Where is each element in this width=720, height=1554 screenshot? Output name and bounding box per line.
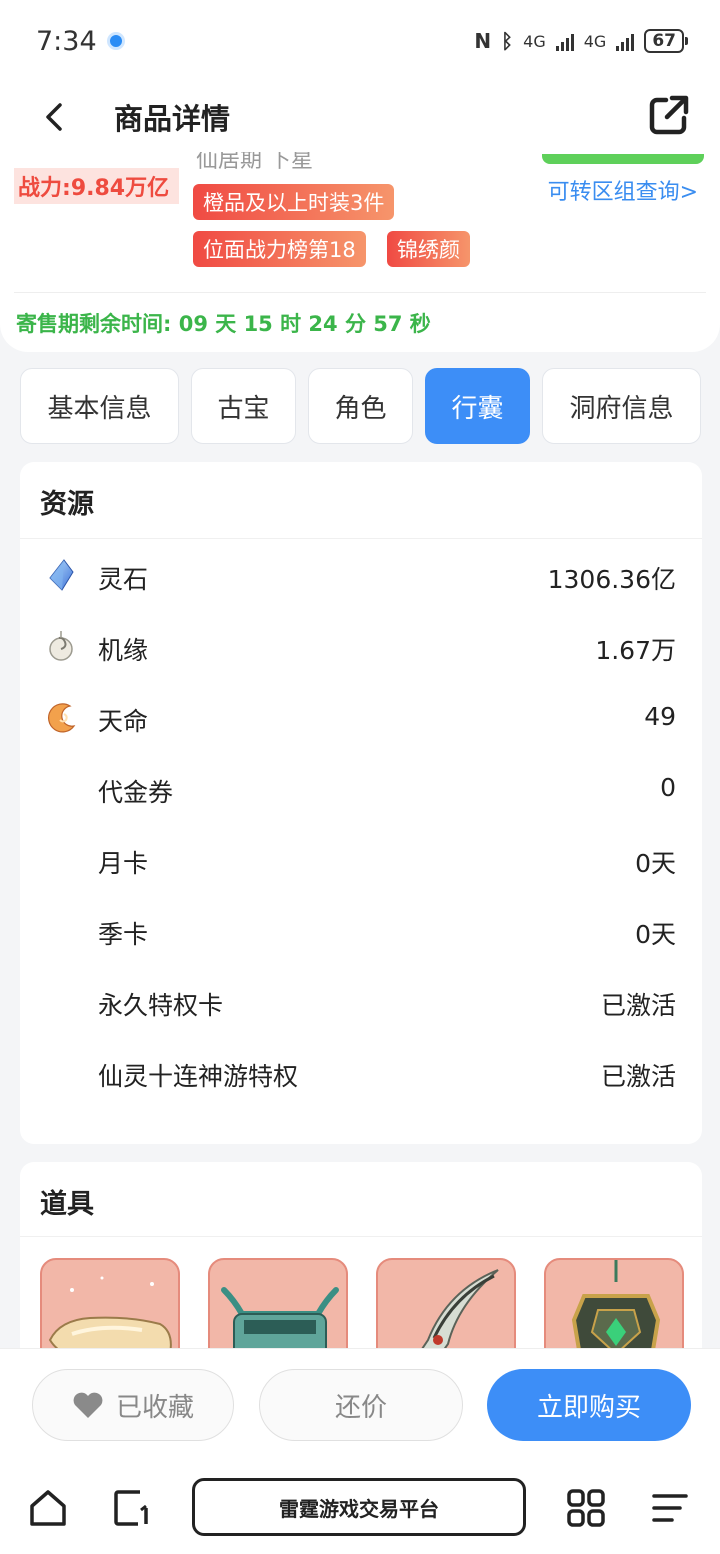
power-value: 9.84万亿 — [70, 176, 170, 201]
sale-countdown: 寄售期剩余时间: 09 天 15 时 24 分 57 秒 — [16, 308, 431, 338]
signal-icon — [555, 31, 574, 51]
tag-appearance: 锦绣颜 — [387, 231, 470, 267]
countdown-label: 寄售期剩余时间: — [16, 312, 179, 336]
resource-label: 灵石 — [98, 565, 149, 594]
page-title: 商品详情 — [114, 102, 231, 136]
resource-value: 0天 — [635, 849, 676, 878]
resource-value: 已激活 — [600, 1062, 676, 1091]
countdown-value: 09 天 15 时 24 分 57 秒 — [178, 312, 431, 336]
resource-value: 1.67万 — [595, 636, 676, 665]
resource-label: 天命 — [98, 707, 149, 736]
bluetooth-icon: ᛒ — [501, 29, 514, 53]
status-bar: 7:34 N ᛒ 4G 4G 67 — [0, 0, 720, 82]
resource-label: 仙灵十连神游特权 — [98, 1062, 299, 1091]
divider — [14, 292, 706, 293]
transfer-query-link[interactable]: 可转区组查询> — [548, 174, 698, 206]
back-icon[interactable] — [40, 102, 70, 132]
crystal-icon — [49, 559, 74, 591]
share-icon[interactable] — [648, 94, 690, 136]
network-label-1: 4G — [523, 31, 546, 51]
tabs-icon[interactable] — [112, 1488, 152, 1528]
bargain-button[interactable]: 还价 — [259, 1369, 463, 1441]
resource-value: 0天 — [635, 920, 676, 949]
tab-treasure[interactable]: 古宝 — [191, 368, 296, 444]
favorite-label: 已收藏 — [115, 1392, 194, 1423]
power-badge: 战力: 9.84万亿 — [14, 168, 180, 204]
jade-pendant-icon — [49, 631, 73, 661]
resources-card: 资源 灵石 1306.36亿 机缘 1.67万 天命 49 代金券 0 月卡 0… — [20, 462, 702, 1144]
items-title: 道具 — [40, 1189, 94, 1220]
divider — [20, 538, 702, 539]
resource-row: 仙灵十连神游特权 已激活 — [20, 1043, 702, 1103]
home-icon[interactable] — [28, 1488, 68, 1528]
battery-icon: 67 — [644, 29, 688, 53]
tag-ranking: 位面战力榜第18 — [193, 231, 366, 267]
apps-grid-icon[interactable] — [566, 1488, 606, 1528]
resource-value: 1306.36亿 — [547, 565, 676, 594]
crescent-icon — [48, 703, 76, 733]
favorite-button[interactable]: 已收藏 — [32, 1369, 234, 1441]
tab-bar: 基本信息 古宝 角色 行囊 洞府信息 — [0, 368, 720, 446]
buy-now-button[interactable]: 立即购买 — [487, 1369, 691, 1441]
resource-row: 月卡 0天 — [20, 830, 702, 890]
status-icons: N ᛒ 4G 4G 67 — [474, 29, 688, 53]
resource-value: 49 — [644, 702, 676, 731]
tag-fashion: 橙品及以上时装3件 — [193, 184, 395, 220]
network-label-2: 4G — [583, 31, 607, 51]
resource-row: 代金券 0 — [20, 759, 702, 819]
purchase-action-bar: 已收藏 还价 立即购买 — [0, 1348, 720, 1460]
tab-basic-info[interactable]: 基本信息 — [20, 368, 179, 444]
address-bar[interactable]: 雷霆游戏交易平台 — [192, 1478, 526, 1536]
browser-bottom-bar: 雷霆游戏交易平台 — [0, 1460, 720, 1554]
tab-inventory[interactable]: 行囊 — [425, 368, 530, 444]
heart-icon — [73, 1392, 103, 1418]
menu-icon[interactable] — [650, 1488, 690, 1528]
resource-label: 永久特权卡 — [98, 991, 224, 1020]
power-label: 战力: — [18, 176, 71, 201]
truncated-text: 仙居期 下星 — [196, 152, 313, 173]
resource-row: 永久特权卡 已激活 — [20, 972, 702, 1032]
resource-label: 代金券 — [98, 778, 174, 807]
resource-label: 机缘 — [98, 636, 149, 665]
resource-row: 灵石 1306.36亿 — [20, 546, 702, 606]
green-progress-bar — [542, 154, 704, 164]
tab-cave-info[interactable]: 洞府信息 — [542, 368, 701, 444]
resources-title: 资源 — [40, 489, 94, 520]
resource-value: 已激活 — [600, 991, 676, 1020]
resource-label: 季卡 — [98, 920, 149, 949]
resource-row: 机缘 1.67万 — [20, 617, 702, 677]
resource-row: 季卡 0天 — [20, 901, 702, 961]
divider — [20, 1236, 702, 1237]
status-time: 7:34 — [36, 26, 125, 57]
resource-label: 月卡 — [98, 849, 149, 878]
nfc-icon: N — [474, 29, 492, 53]
resource-row: 天命 49 — [20, 688, 702, 748]
page-header: 商品详情 — [0, 82, 720, 152]
clock: 7:34 — [36, 25, 97, 57]
summary-card: 仙居期 下星 战力: 9.84万亿 可转区组查询> 橙品及以上时装3件 位面战力… — [0, 152, 720, 352]
signal-icon-2 — [616, 31, 635, 51]
resource-value: 0 — [660, 773, 676, 802]
tab-character[interactable]: 角色 — [308, 368, 413, 444]
notification-dot-icon — [106, 32, 125, 50]
